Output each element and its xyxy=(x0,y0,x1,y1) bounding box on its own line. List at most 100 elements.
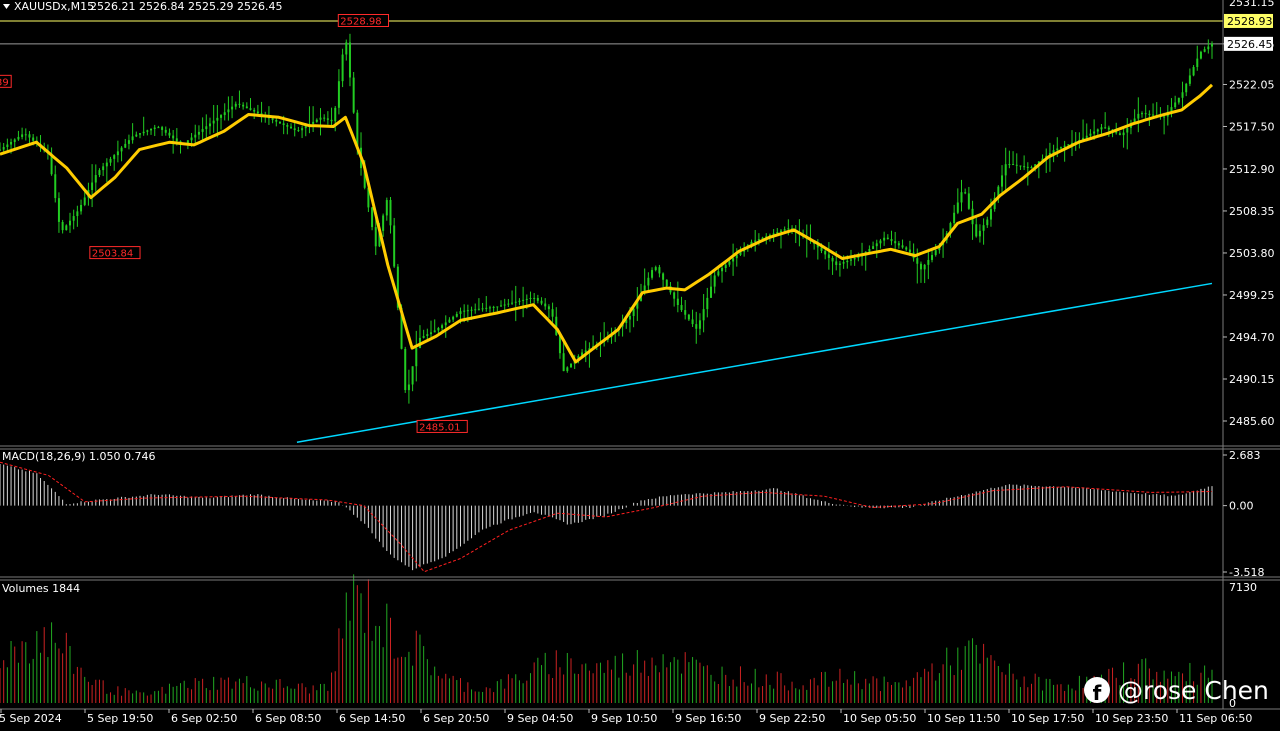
candle-body xyxy=(1192,67,1195,76)
candle-body xyxy=(0,149,1,151)
candle-body xyxy=(647,277,650,286)
candle-body xyxy=(238,103,241,105)
candle-body xyxy=(1185,83,1188,93)
candle-body xyxy=(1001,175,1004,187)
candle-body xyxy=(824,250,827,255)
candle-body xyxy=(463,310,466,312)
price-tick-label: 2485.60 xyxy=(1229,415,1275,428)
price-annotation: 2503.84 xyxy=(89,246,141,260)
candle-body xyxy=(138,133,141,135)
candle-body xyxy=(835,261,838,265)
candle-body xyxy=(897,243,900,246)
candle-body xyxy=(1188,75,1191,84)
time-tick-label: 10 Sep 05:50 xyxy=(843,712,916,725)
time-tick-label: 6 Sep 02:50 xyxy=(171,712,237,725)
chart-background xyxy=(0,0,1280,731)
candle-body xyxy=(120,147,123,152)
candle-body xyxy=(393,225,396,267)
candle-body xyxy=(282,123,285,126)
candle-body xyxy=(441,325,444,329)
candle-body xyxy=(525,298,528,300)
candle-body xyxy=(673,292,676,299)
candle-body xyxy=(702,309,705,321)
candle-body xyxy=(146,130,149,132)
candle-body xyxy=(278,121,281,124)
candle-body xyxy=(518,300,521,302)
candle-body xyxy=(150,128,153,131)
candle-body xyxy=(253,109,256,112)
time-tick-label: 5 Sep 19:50 xyxy=(87,712,153,725)
candle-body xyxy=(172,135,175,139)
candle-body xyxy=(175,138,178,142)
candle-body xyxy=(562,353,565,372)
candle-body xyxy=(872,246,875,249)
candle-body xyxy=(713,275,716,287)
candle-body xyxy=(407,384,410,391)
candle-body xyxy=(404,348,407,390)
candle-body xyxy=(168,132,171,136)
time-tick-label: 9 Sep 04:50 xyxy=(507,712,573,725)
candle-body xyxy=(695,324,698,329)
candle-body xyxy=(385,200,388,216)
time-tick-label: 10 Sep 17:50 xyxy=(1011,712,1084,725)
price-tick-label: 2512.90 xyxy=(1229,163,1275,176)
candle-body xyxy=(433,330,436,333)
candle-body xyxy=(323,117,326,119)
candle-body xyxy=(905,247,908,250)
candle-body xyxy=(190,137,193,141)
candle-body xyxy=(426,334,429,337)
trading-chart[interactable]: 2528.98 39 2503.84 2485.01 2526.45 2522.05 25… xyxy=(0,0,1280,731)
candle-body xyxy=(216,117,219,121)
candle-body xyxy=(658,267,661,274)
candle-body xyxy=(466,310,469,312)
candle-body xyxy=(411,366,414,385)
candle-body xyxy=(1023,166,1026,168)
candle-body xyxy=(275,119,278,122)
candle-body xyxy=(684,310,687,315)
candle-body xyxy=(477,308,480,310)
candle-body xyxy=(371,207,374,228)
candle-body xyxy=(628,316,631,320)
candle-body xyxy=(72,216,75,221)
candle-body xyxy=(544,303,547,307)
time-tick-label: 9 Sep 22:50 xyxy=(759,712,825,725)
candle-body xyxy=(1089,133,1092,136)
candle-body xyxy=(470,309,473,311)
candle-body xyxy=(923,264,926,270)
candle-body xyxy=(547,306,550,310)
price-tick-label: 2517.50 xyxy=(1229,120,1275,133)
candle-body xyxy=(1015,164,1018,166)
candle-body xyxy=(297,130,300,132)
candle-body xyxy=(341,54,344,82)
candle-body xyxy=(488,307,491,309)
candle-body xyxy=(231,106,234,110)
candle-body xyxy=(2,147,5,150)
candle-body xyxy=(459,311,462,314)
candle-body xyxy=(437,328,440,331)
candle-body xyxy=(875,243,878,247)
candle-body xyxy=(208,123,211,127)
candle-body xyxy=(105,162,108,167)
candle-body xyxy=(989,209,992,220)
candle-body xyxy=(698,320,701,329)
candle-body xyxy=(665,279,668,287)
candle-body xyxy=(68,220,71,226)
candle-body xyxy=(1196,58,1199,67)
candle-body xyxy=(312,121,315,124)
macd-tick-label: 0.00 xyxy=(1229,500,1254,513)
candle-body xyxy=(116,151,119,156)
candle-body xyxy=(301,128,304,131)
candle-body xyxy=(319,117,322,120)
candle-body xyxy=(783,229,786,231)
candle-body xyxy=(430,332,433,335)
bid-price-tag-label: 2526.45 xyxy=(1227,38,1273,51)
watermark-text: @rose Chen xyxy=(1118,675,1269,705)
candle-body xyxy=(415,348,418,367)
candle-body xyxy=(1126,127,1129,133)
price-tick-label: 2531.15 xyxy=(1229,0,1275,9)
candle-body xyxy=(32,137,35,141)
candle-body xyxy=(444,322,447,326)
macd-title: MACD(18,26,9) 1.050 0.746 xyxy=(2,450,156,463)
candle-body xyxy=(1122,132,1125,136)
candle-body xyxy=(1211,43,1213,47)
